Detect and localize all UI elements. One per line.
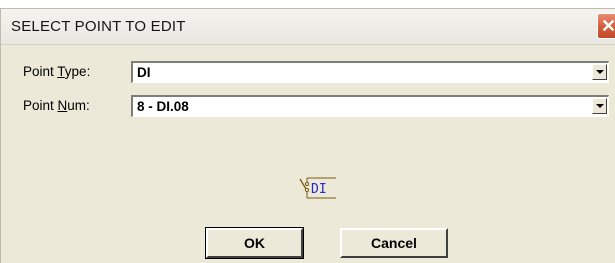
cancel-button[interactable]: Cancel — [340, 228, 448, 258]
dialog-title: SELECT POINT TO EDIT — [11, 18, 186, 35]
point-num-dropdown-arrow-icon[interactable] — [592, 98, 607, 114]
point-num-label-end: um: — [67, 98, 90, 113]
close-glyph: ✕ — [600, 16, 615, 36]
point-num-label-start: Point — [23, 98, 58, 113]
point-num-select[interactable]: 8 - DI.08 — [131, 95, 609, 117]
point-type-label: Point Type: — [23, 64, 90, 79]
digital-input-icon: DI — [299, 177, 336, 199]
point-type-value: DI — [137, 65, 151, 80]
point-type-select[interactable]: DI — [131, 61, 609, 83]
point-num-value: 8 - DI.08 — [137, 99, 189, 114]
preview-label: DI — [311, 182, 327, 197]
close-icon[interactable]: ✕ — [597, 13, 615, 39]
point-type-label-end: ype: — [64, 64, 91, 79]
point-type-label-accel: T — [57, 64, 65, 79]
point-num-label-accel: N — [57, 98, 68, 113]
point-num-label: Point Num: — [23, 98, 90, 113]
ok-button[interactable]: OK — [205, 227, 304, 259]
select-point-dialog: SELECT POINT TO EDIT ✕ Point Type: DI Po… — [0, 8, 615, 263]
title-bar[interactable]: SELECT POINT TO EDIT ✕ — [1, 9, 615, 45]
point-type-dropdown-arrow-icon[interactable] — [592, 64, 607, 80]
point-type-label-start: Point — [23, 64, 58, 79]
